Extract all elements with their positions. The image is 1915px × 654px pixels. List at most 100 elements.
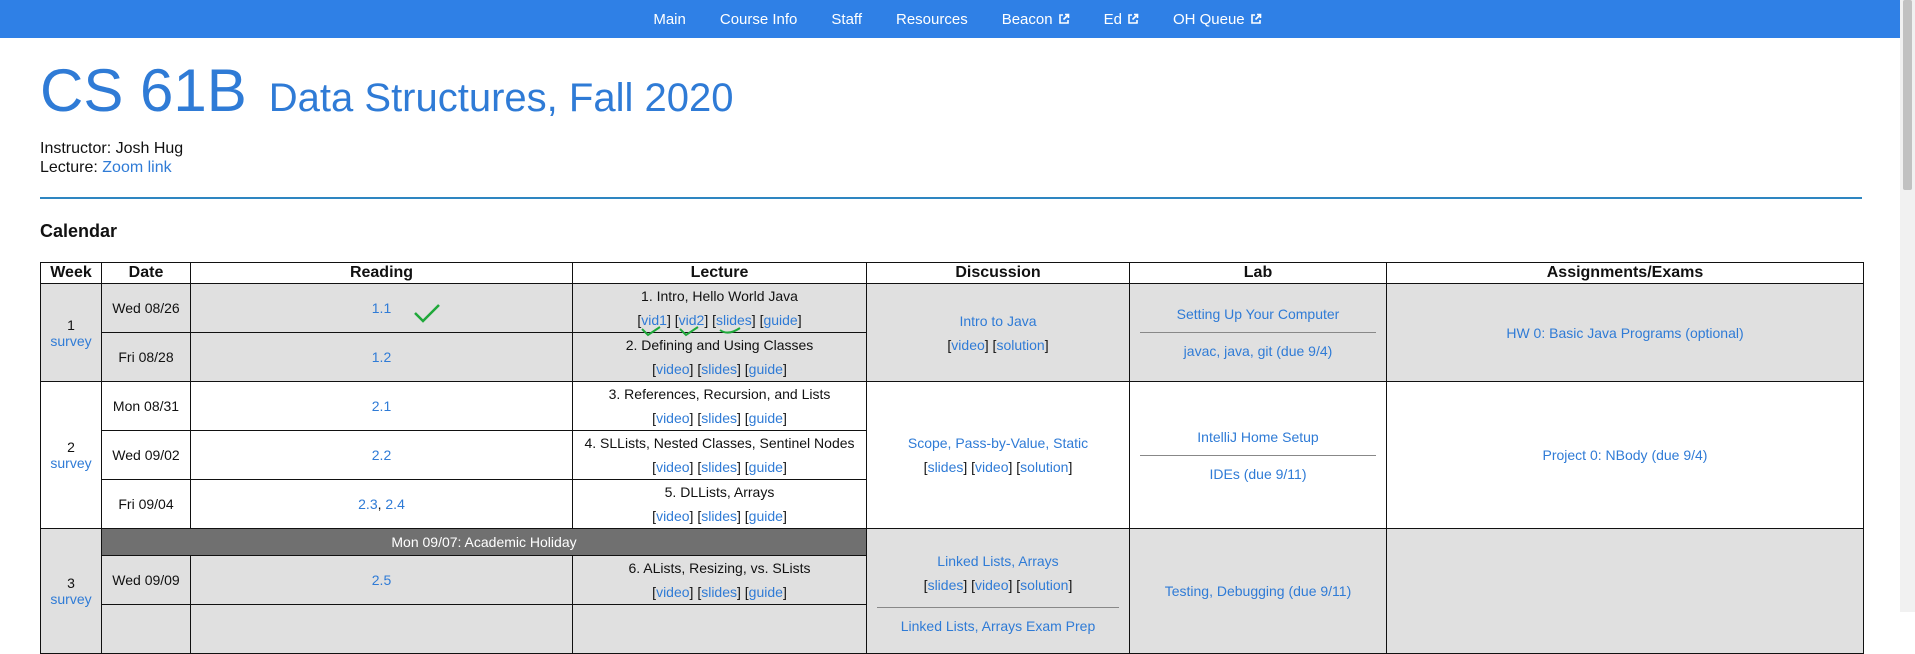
discussion-part: Linked Lists, Arrays [slides] [video] [so… bbox=[877, 549, 1119, 597]
link-slides[interactable]: slides bbox=[701, 459, 737, 475]
nav-item-main[interactable]: Main bbox=[636, 11, 703, 28]
link-guide[interactable]: guide bbox=[763, 312, 797, 328]
link-slides[interactable]: slides bbox=[701, 508, 737, 524]
reading-link[interactable]: 1.1 bbox=[372, 300, 391, 316]
lecture-cell: 1. Intro, Hello World Java [vid1] [vid2] … bbox=[572, 283, 867, 333]
lecture-cell: 2. Defining and Using Classes [video] [sl… bbox=[572, 332, 867, 382]
discussion-links: [slides] [video] [solution] bbox=[923, 576, 1073, 593]
assignment-cell bbox=[1386, 528, 1864, 654]
link-solution[interactable]: solution bbox=[1020, 459, 1068, 475]
reading-cell: 1.1 bbox=[190, 283, 573, 333]
nav-item-course-info[interactable]: Course Info bbox=[703, 11, 815, 28]
lecture-line: Lecture: Zoom link bbox=[40, 158, 183, 177]
reading-link[interactable]: 2.4 bbox=[385, 496, 404, 512]
discussion-title[interactable]: Intro to Java bbox=[959, 313, 1036, 329]
link-guide[interactable]: guide bbox=[749, 584, 783, 600]
holiday-row: 3 survey Mon 09/07: Academic Holiday Linked… bbox=[40, 528, 1864, 654]
link-guide[interactable]: guide bbox=[749, 361, 783, 377]
nav-item-ed[interactable]: Ed bbox=[1087, 11, 1156, 28]
lecture-cell: 6. ALists, Resizing, vs. SLists [video] [… bbox=[572, 555, 867, 605]
assignment-link[interactable]: HW 0: Basic Java Programs (optional) bbox=[1506, 325, 1743, 341]
divider bbox=[1140, 332, 1376, 333]
lab-link[interactable]: Setting Up Your Computer bbox=[1177, 306, 1340, 322]
link-slides[interactable]: slides bbox=[701, 410, 737, 426]
lecture-links: [vid1] [vid2] [slides] [guide] bbox=[637, 312, 802, 328]
external-link-icon bbox=[1058, 13, 1069, 24]
page-title: CS 61B Data Structures, Fall 2020 bbox=[40, 56, 733, 125]
link-video[interactable]: video bbox=[656, 508, 689, 524]
nav-item-label: Main bbox=[653, 10, 686, 28]
lecture-cell: 3. References, Recursion, and Lists [vide… bbox=[572, 381, 867, 431]
link-solution[interactable]: solution bbox=[996, 337, 1044, 353]
nav-item-staff[interactable]: Staff bbox=[814, 11, 879, 28]
column-header: Date bbox=[101, 262, 191, 284]
nav-item-beacon[interactable]: Beacon bbox=[985, 11, 1087, 28]
instructor-name: Josh Hug bbox=[115, 140, 184, 157]
link-video[interactable]: video bbox=[975, 577, 1008, 593]
scrollbar-thumb[interactable] bbox=[1903, 0, 1912, 190]
link-slides[interactable]: slides bbox=[928, 577, 964, 593]
discussion-title[interactable]: Scope, Pass-by-Value, Static bbox=[908, 435, 1088, 451]
lecture-title: 6. ALists, Resizing, vs. SLists bbox=[628, 560, 811, 576]
link-video[interactable]: video bbox=[975, 459, 1008, 475]
lecture-links: [video] [slides] [guide] bbox=[652, 410, 787, 426]
link-guide[interactable]: guide bbox=[749, 410, 783, 426]
reading-link[interactable]: 2.5 bbox=[372, 572, 391, 588]
column-header: Discussion bbox=[866, 262, 1130, 284]
lecture-title: 5. DLLists, Arrays bbox=[664, 484, 775, 500]
discussion-extra[interactable]: Linked Lists, Arrays Exam Prep bbox=[901, 618, 1096, 634]
survey-link[interactable]: survey bbox=[50, 591, 91, 607]
link-vid2[interactable]: vid2 bbox=[679, 312, 705, 328]
lab-link[interactable]: javac, java, git (due 9/4) bbox=[1184, 343, 1333, 359]
link-slides[interactable]: slides bbox=[701, 361, 737, 377]
link-video[interactable]: video bbox=[656, 459, 689, 475]
link-slides[interactable]: slides bbox=[716, 312, 752, 328]
discussion-title[interactable]: Linked Lists, Arrays bbox=[937, 553, 1058, 569]
instructor-line: Instructor: Josh Hug bbox=[40, 139, 183, 158]
table-header-row: Week Date Reading Lecture Discussion Lab Assig… bbox=[40, 262, 1864, 284]
date-cell: Fri 09/04 bbox=[101, 479, 191, 529]
assignment-link[interactable]: Project 0: NBody (due 9/4) bbox=[1543, 447, 1708, 463]
nav-item-oh-queue[interactable]: OH Queue bbox=[1156, 11, 1279, 28]
week-cell: 3 survey bbox=[40, 528, 102, 654]
course-meta: Instructor: Josh Hug Lecture: Zoom link bbox=[40, 139, 183, 177]
link-guide[interactable]: guide bbox=[749, 508, 783, 524]
link-slides[interactable]: slides bbox=[928, 459, 964, 475]
link-guide[interactable]: guide bbox=[749, 459, 783, 475]
calendar-body: 1 survey Wed 08/26 1.1 1. Intro, Hello World… bbox=[40, 283, 1864, 654]
external-link-icon bbox=[1128, 13, 1139, 24]
link-vid1[interactable]: vid1 bbox=[641, 312, 667, 328]
page-scrollbar[interactable] bbox=[1900, 0, 1915, 612]
lecture-label: Lecture: bbox=[40, 159, 98, 176]
lab-link[interactable]: IntelliJ Home Setup bbox=[1197, 429, 1318, 445]
link-video[interactable]: video bbox=[656, 410, 689, 426]
link-video[interactable]: video bbox=[951, 337, 984, 353]
column-header: Reading bbox=[190, 262, 573, 284]
survey-link[interactable]: survey bbox=[50, 333, 91, 349]
lecture-links: [video] [slides] [guide] bbox=[652, 508, 787, 524]
nav-item-resources[interactable]: Resources bbox=[879, 11, 985, 28]
link-video[interactable]: video bbox=[656, 584, 689, 600]
lecture-links: [video] [slides] [guide] bbox=[652, 459, 787, 475]
reading-link[interactable]: 2.2 bbox=[372, 447, 391, 463]
reading-link[interactable]: 2.1 bbox=[372, 398, 391, 414]
week-number: 3 bbox=[67, 575, 75, 591]
zoom-link[interactable]: Zoom link bbox=[102, 159, 171, 176]
reading-link[interactable]: 1.2 bbox=[372, 349, 391, 365]
date-cell: Fri 08/28 bbox=[101, 332, 191, 382]
link-solution[interactable]: solution bbox=[1020, 577, 1068, 593]
reading-link[interactable]: 2.3 bbox=[358, 496, 377, 512]
link-slides[interactable]: slides bbox=[701, 584, 737, 600]
holiday-label: Mon 09/07: Academic Holiday bbox=[101, 528, 867, 556]
survey-link[interactable]: survey bbox=[50, 455, 91, 471]
lab-link[interactable]: IDEs (due 9/11) bbox=[1209, 466, 1306, 482]
lab-link[interactable]: Testing, Debugging (due 9/11) bbox=[1165, 583, 1352, 599]
column-header: Assignments/Exams bbox=[1386, 262, 1864, 284]
reading-cell: 2.3, 2.4 bbox=[190, 479, 573, 529]
link-video[interactable]: video bbox=[656, 361, 689, 377]
nav-item-label: Staff bbox=[831, 10, 862, 28]
week-cell: 1 survey bbox=[40, 283, 102, 382]
nav-item-label: Course Info bbox=[719, 10, 798, 28]
lab-cell: IntelliJ Home Setup IDEs (due 9/11) bbox=[1129, 381, 1387, 529]
calendar-table: Week Date Reading Lecture Discussion Lab Assig… bbox=[40, 262, 1864, 654]
